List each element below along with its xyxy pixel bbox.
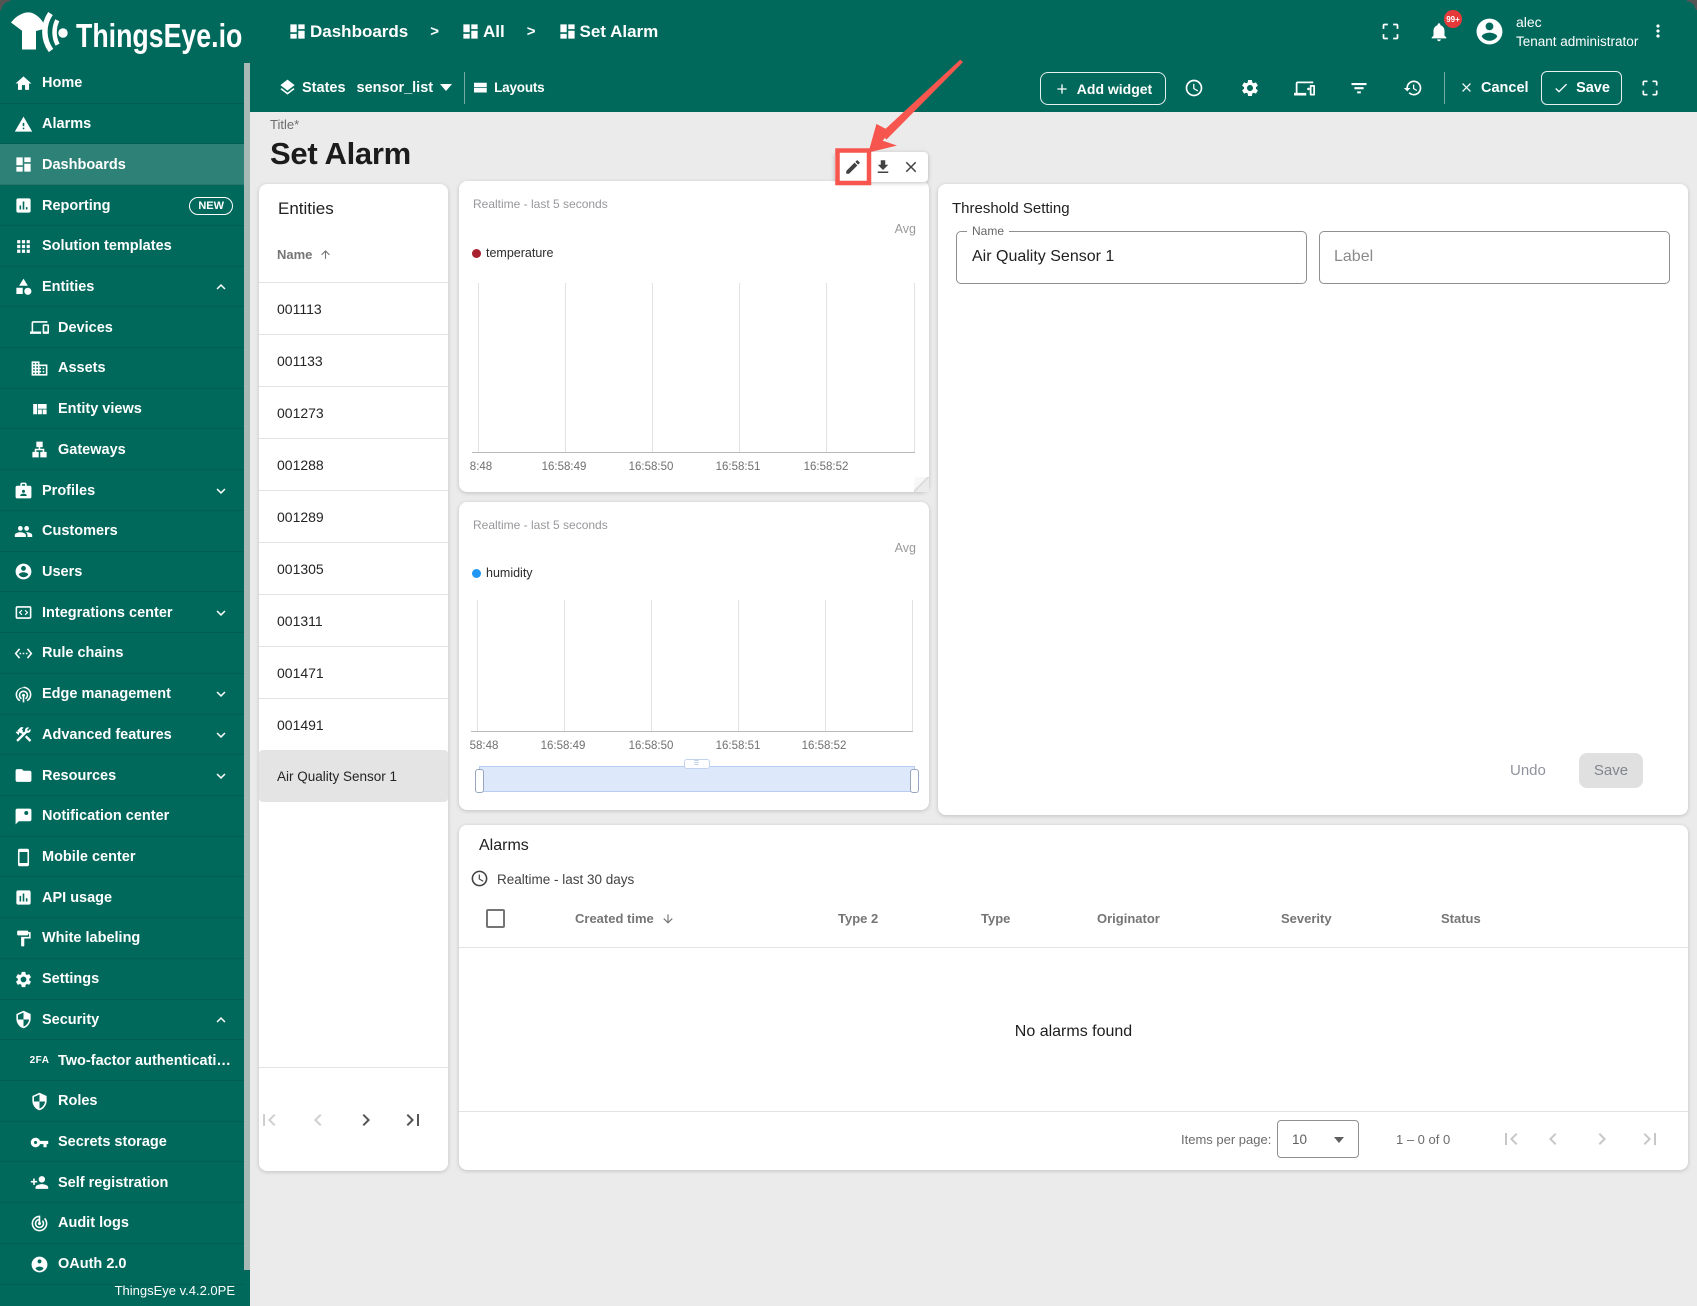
svg-text:16:58:49: 16:58:49 xyxy=(541,740,586,752)
svg-text:58:48: 58:48 xyxy=(470,740,499,752)
svg-text:16:58:50: 16:58:50 xyxy=(629,740,674,752)
svg-text:16:58:51: 16:58:51 xyxy=(716,740,761,752)
svg-text:16:58:49: 16:58:49 xyxy=(542,461,587,473)
svg-text:16:58:50: 16:58:50 xyxy=(629,461,674,473)
svg-text:16:58:51: 16:58:51 xyxy=(716,461,761,473)
svg-text:16:58:52: 16:58:52 xyxy=(802,740,847,752)
svg-text:16:58:52: 16:58:52 xyxy=(804,461,849,473)
svg-text:8:48: 8:48 xyxy=(470,461,492,473)
